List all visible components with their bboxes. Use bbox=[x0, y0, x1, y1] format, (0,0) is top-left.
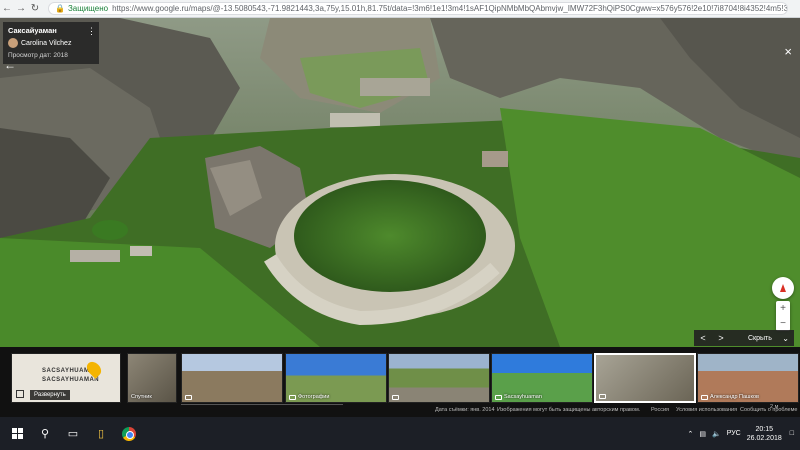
photo-filmstrip: SACSAYHUAMAN SACSAYHUAMAN Развернуть Спу… bbox=[0, 347, 800, 412]
taskbar: ⚲ ▭ ▯ ⌃ ▤ 🔈 РУС 20:15 26.02.2018 □ bbox=[0, 417, 800, 450]
compass-button[interactable] bbox=[772, 277, 794, 299]
country-link[interactable]: Россия bbox=[651, 407, 669, 413]
filmstrip-caption: Sacsayhuaman bbox=[504, 394, 542, 400]
scale-label: 2 м bbox=[770, 404, 779, 410]
lock-icon: 🔒 bbox=[55, 4, 65, 13]
more-options-icon[interactable]: ⋮ bbox=[87, 26, 96, 37]
map-thumbnail[interactable]: SACSAYHUAMAN SACSAYHUAMAN Развернуть bbox=[11, 353, 121, 403]
filmstrip-item[interactable]: Фотографии bbox=[285, 353, 387, 403]
copyright-notice: Изображения могут быть защищены авторски… bbox=[497, 407, 641, 413]
expand-icon[interactable] bbox=[16, 390, 24, 398]
camera-icon bbox=[701, 395, 708, 400]
chevron-down-icon[interactable]: ⌄ bbox=[782, 334, 789, 343]
filmstrip-item[interactable]: Александр Пашков bbox=[697, 353, 799, 403]
address-bar[interactable]: 🔒 Защищено https://www.google.ru/maps/@-… bbox=[48, 2, 788, 15]
chevron-up-icon[interactable]: ⌃ bbox=[687, 430, 693, 438]
volume-icon[interactable]: 🔈 bbox=[712, 430, 721, 438]
filmstrip-caption: Фотографии bbox=[298, 394, 330, 400]
compass-needle-icon bbox=[780, 284, 786, 292]
capture-date: Просмотр дат: 2018 bbox=[8, 52, 68, 59]
camera-icon bbox=[289, 395, 296, 400]
camera-icon bbox=[185, 395, 192, 400]
task-view-icon[interactable]: ▭ bbox=[62, 423, 84, 445]
capture-date-text: Дата съёмки: янв. 2014 bbox=[435, 407, 495, 413]
secure-label: Защищено bbox=[67, 4, 109, 13]
zoom-in-button[interactable]: + bbox=[780, 303, 786, 314]
camera-icon bbox=[392, 395, 399, 400]
file-explorer-icon[interactable]: ▯ bbox=[90, 423, 112, 445]
prev-image-button[interactable]: < bbox=[694, 333, 712, 343]
windows-icon bbox=[11, 428, 23, 439]
back-button[interactable]: ← bbox=[0, 2, 14, 16]
system-tray: ⌃ ▤ 🔈 РУС 20:15 26.02.2018 □ bbox=[687, 425, 800, 443]
filmstrip-caption: Спутник bbox=[131, 394, 152, 400]
hide-imagery-button[interactable]: Скрыть bbox=[748, 335, 772, 342]
notifications-icon[interactable]: □ bbox=[790, 430, 794, 437]
clock-time: 20:15 bbox=[755, 425, 773, 433]
start-button[interactable] bbox=[6, 423, 28, 445]
place-card: Саксайуаман Carolina Vilchez Просмотр да… bbox=[3, 22, 99, 64]
street-view-panorama[interactable]: ← × + − < > Скрыть ⌄ bbox=[0, 18, 800, 347]
reload-button[interactable]: ↻ bbox=[28, 2, 42, 16]
next-image-button[interactable]: > bbox=[712, 333, 730, 343]
zoom-controls: + − bbox=[776, 301, 790, 331]
zoom-out-button[interactable]: − bbox=[780, 318, 786, 329]
filmstrip-item[interactable] bbox=[181, 353, 283, 403]
author-row[interactable]: Carolina Vilchez bbox=[8, 38, 94, 48]
status-bar: Дата съёмки: янв. 2014 Изображения могут… bbox=[0, 404, 800, 417]
clock-date: 26.02.2018 bbox=[746, 434, 782, 442]
avatar bbox=[8, 38, 18, 48]
filmstrip-caption: Александр Пашков bbox=[710, 394, 759, 400]
url-text: https://www.google.ru/maps/@-13.5080543,… bbox=[112, 4, 788, 13]
terms-link[interactable]: Условия использования bbox=[676, 407, 737, 413]
filmstrip-item[interactable]: Sacsayhuaman bbox=[491, 353, 593, 403]
report-link[interactable]: Сообщить о проблеме bbox=[740, 407, 797, 413]
place-title[interactable]: Саксайуаман bbox=[8, 26, 94, 35]
search-icon[interactable]: ⚲ bbox=[34, 423, 56, 445]
author-name[interactable]: Carolina Vilchez bbox=[21, 40, 71, 47]
panorama-image bbox=[0, 18, 800, 347]
imagery-toggle-bar: < > Скрыть ⌄ bbox=[694, 330, 794, 346]
chrome-icon[interactable] bbox=[118, 423, 140, 445]
filmstrip-item[interactable] bbox=[388, 353, 490, 403]
filmstrip-item[interactable] bbox=[594, 353, 696, 403]
language-indicator[interactable]: РУС bbox=[727, 430, 741, 437]
clock[interactable]: 20:15 26.02.2018 bbox=[747, 425, 782, 443]
browser-bar: ← → ↻ 🔒 Защищено https://www.google.ru/m… bbox=[0, 0, 800, 18]
camera-icon bbox=[599, 394, 606, 399]
network-icon[interactable]: ▤ bbox=[699, 430, 706, 438]
expand-label[interactable]: Развернуть bbox=[30, 390, 70, 400]
close-button[interactable]: × bbox=[784, 44, 792, 59]
filmstrip-item[interactable]: Спутник bbox=[127, 353, 177, 403]
camera-icon bbox=[495, 395, 502, 400]
forward-button[interactable]: → bbox=[14, 2, 28, 16]
